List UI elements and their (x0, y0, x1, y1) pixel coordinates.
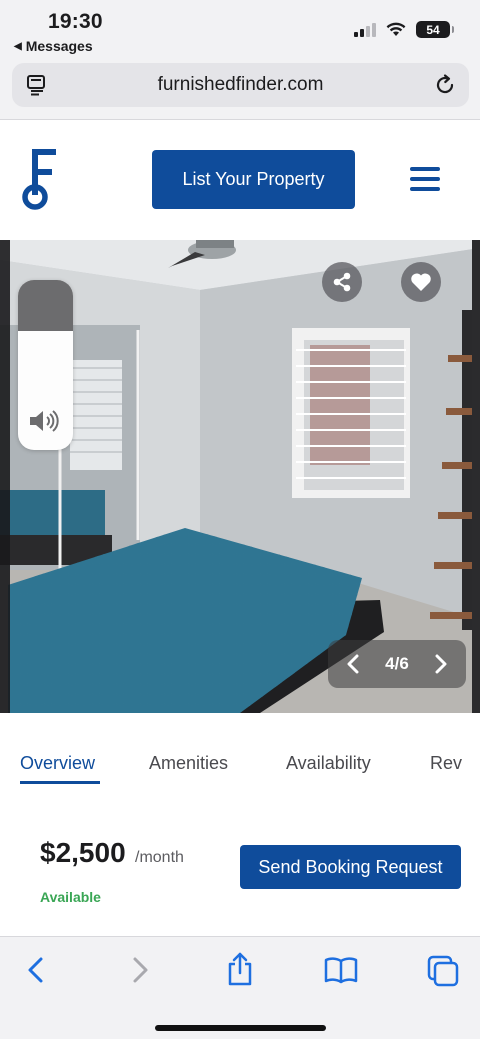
battery-indicator: 54 (416, 21, 454, 38)
home-indicator (155, 1025, 326, 1031)
status-icons: 54 (354, 21, 454, 38)
send-booking-request-button[interactable]: Send Booking Request (240, 845, 461, 889)
gallery-pager: 4/6 (328, 640, 466, 688)
monthly-price: $2,500 (40, 837, 126, 868)
active-tab-underline (20, 781, 100, 784)
status-bar: 19:30 ◀ Messages 54 (0, 0, 480, 58)
tab-amenities[interactable]: Amenities (149, 753, 228, 774)
chevron-left-icon[interactable] (346, 654, 360, 674)
volume-indicator (18, 280, 73, 450)
tabs-overview-icon[interactable] (427, 955, 459, 987)
volume-level-fill (18, 280, 73, 331)
bookmarks-icon[interactable] (324, 955, 358, 985)
listing-photo-gallery[interactable]: 4/6 (0, 240, 480, 713)
wifi-icon (386, 22, 406, 36)
clock: 19:30 (48, 10, 103, 33)
listing-tabs: Overview Amenities Availability Rev (0, 713, 480, 803)
share-icon (333, 272, 351, 292)
list-your-property-button[interactable]: List Your Property (152, 150, 355, 209)
heart-icon (411, 273, 431, 291)
tab-availability[interactable]: Availability (286, 753, 371, 774)
furnished-finder-logo[interactable] (22, 147, 58, 211)
back-arrow-icon[interactable] (24, 955, 48, 985)
cellular-signal-icon (354, 22, 376, 37)
favorite-button[interactable] (401, 262, 441, 302)
hamburger-menu-icon[interactable] (409, 165, 441, 193)
back-triangle-icon: ◀ (14, 40, 22, 52)
reload-icon[interactable] (433, 73, 457, 97)
back-app-label: Messages (25, 38, 93, 54)
browser-toolbar (0, 936, 480, 1039)
url-text: furnishedfinder.com (157, 74, 324, 95)
tab-overview[interactable]: Overview (20, 753, 95, 774)
forward-arrow-icon[interactable] (128, 955, 152, 985)
share-sheet-icon[interactable] (226, 951, 254, 987)
back-to-app-link[interactable]: ◀ Messages (14, 38, 93, 54)
speaker-icon (30, 410, 59, 432)
price-period: /month (135, 849, 184, 866)
browser-address-area: furnishedfinder.com (0, 58, 480, 120)
tab-reviews[interactable]: Rev (430, 753, 462, 774)
chevron-right-icon[interactable] (434, 654, 448, 674)
availability-status: Available (40, 889, 101, 905)
address-bar[interactable]: furnishedfinder.com (12, 63, 469, 107)
site-header: List Your Property (0, 121, 480, 240)
share-button[interactable] (322, 262, 362, 302)
photo-counter: 4/6 (385, 654, 409, 673)
price-section: $2,500 /month Available Send Booking Req… (0, 803, 480, 936)
